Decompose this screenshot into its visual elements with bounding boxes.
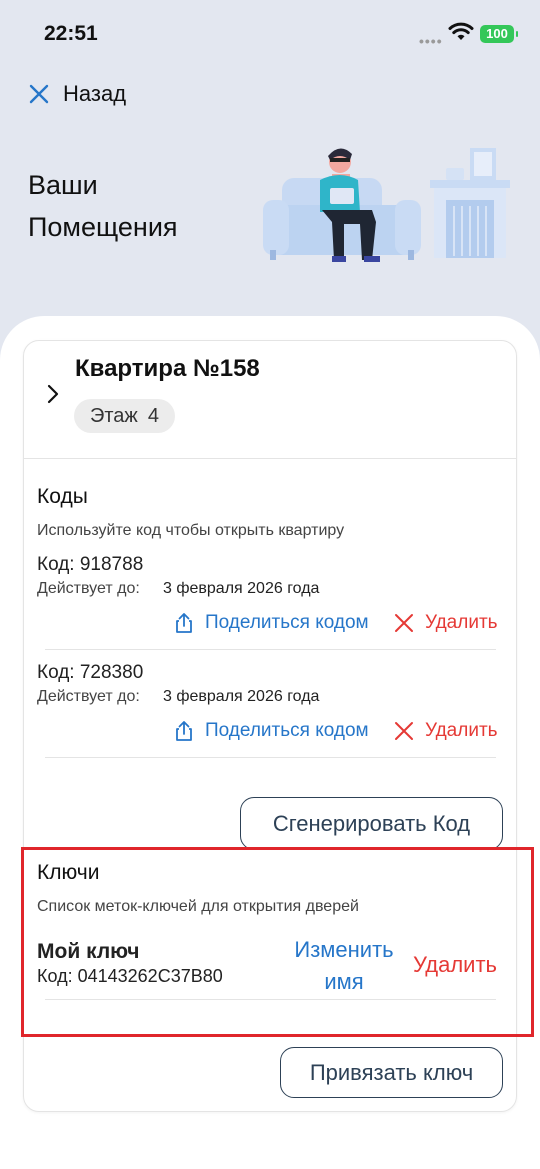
delete-code-button[interactable]: Удалить bbox=[394, 720, 498, 742]
floor-value: 4 bbox=[147, 405, 159, 427]
share-icon bbox=[176, 721, 192, 741]
valid-value: 3 февраля 2026 года bbox=[163, 688, 320, 705]
page-title: Ваши Помещения bbox=[28, 170, 178, 242]
floor-label: Этаж bbox=[90, 405, 138, 427]
back-label: Назад bbox=[63, 81, 127, 106]
status-time: 22:51 bbox=[44, 22, 98, 45]
person-on-sofa-illustration bbox=[263, 148, 510, 262]
apartment-header[interactable]: Квартира №158 Этаж 4 bbox=[24, 341, 516, 459]
valid-value: 3 февраля 2026 года bbox=[163, 580, 320, 597]
keys-title: Ключи bbox=[37, 861, 100, 884]
wifi-icon bbox=[448, 22, 474, 40]
share-code-button[interactable]: Поделиться кодом bbox=[174, 612, 369, 634]
key-code: Код: 04143262C37B80 bbox=[37, 966, 223, 986]
key-name: Мой ключ bbox=[37, 940, 140, 963]
code-value: Код: 918788 bbox=[37, 554, 144, 575]
share-icon bbox=[176, 613, 192, 633]
generate-code-button[interactable]: Сгенерировать Код bbox=[240, 797, 503, 850]
share-label: Поделиться кодом bbox=[205, 720, 369, 741]
code-value: Код: 728380 bbox=[37, 662, 144, 683]
code-validity: Действует до: 3 февраля 2026 года bbox=[37, 580, 319, 598]
signal-icon: •••• bbox=[419, 33, 443, 49]
valid-label: Действует до: bbox=[37, 688, 140, 705]
delete-code-button[interactable]: Удалить bbox=[394, 612, 498, 634]
share-label: Поделиться кодом bbox=[205, 612, 369, 633]
codes-description: Используйте код чтобы открыть квартиру bbox=[37, 522, 345, 539]
share-code-button[interactable]: Поделиться кодом bbox=[174, 720, 369, 742]
close-icon bbox=[395, 614, 413, 632]
valid-label: Действует до: bbox=[37, 580, 140, 597]
status-bar: 22:51 •••• 100 bbox=[0, 0, 540, 70]
close-icon bbox=[395, 722, 413, 740]
divider bbox=[45, 649, 496, 650]
floor-badge: Этаж 4 bbox=[74, 399, 175, 433]
close-icon bbox=[29, 84, 49, 104]
delete-key-button[interactable]: Удалить bbox=[413, 952, 497, 978]
code-validity: Действует до: 3 февраля 2026 года bbox=[37, 688, 319, 706]
battery-icon: 100 bbox=[480, 25, 518, 43]
chevron-right-icon bbox=[47, 384, 59, 404]
codes-title: Коды bbox=[37, 485, 88, 508]
keys-description: Список меток-ключей для открытия дверей bbox=[37, 898, 359, 915]
delete-label: Удалить bbox=[425, 612, 498, 633]
rename-key-button[interactable]: Изменить имя bbox=[288, 934, 400, 998]
back-button[interactable]: Назад bbox=[28, 80, 126, 108]
divider bbox=[45, 999, 496, 1000]
apartment-title: Квартира №158 bbox=[75, 355, 260, 382]
bind-key-button[interactable]: Привязать ключ bbox=[280, 1047, 503, 1098]
divider bbox=[45, 757, 496, 758]
delete-label: Удалить bbox=[425, 720, 498, 741]
